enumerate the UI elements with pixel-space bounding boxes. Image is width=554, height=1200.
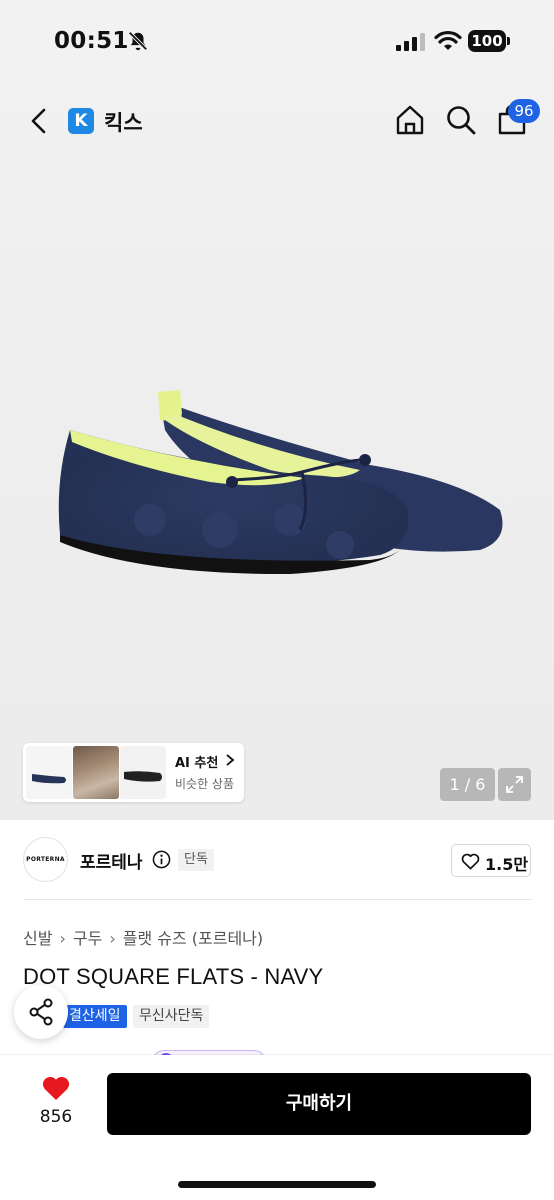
- top-nav: K 킥스 96: [0, 96, 554, 146]
- gallery-page-indicator: 1 / 6: [440, 768, 495, 801]
- product-title: DOT SQUARE FLATS - NAVY: [23, 964, 324, 989]
- chevron-right-icon: [226, 754, 235, 766]
- buy-button[interactable]: 구매하기: [107, 1073, 531, 1135]
- wish-count: 856: [39, 1107, 73, 1127]
- brand-like-count: 1.5만: [485, 855, 529, 874]
- brand-exclusive-badge: 단독: [178, 849, 214, 871]
- bell-slash-icon: [128, 31, 148, 51]
- expand-button[interactable]: [498, 768, 531, 801]
- back-icon[interactable]: [26, 106, 54, 136]
- recommend-thumb-3[interactable]: [120, 746, 166, 799]
- recommend-thumb-1[interactable]: [26, 746, 72, 799]
- breadcrumb-separator: ›: [109, 929, 116, 948]
- breadcrumb-separator: ›: [59, 929, 66, 948]
- status-time: 00:51: [54, 28, 129, 54]
- breadcrumb-item[interactable]: 신발: [23, 929, 52, 948]
- divider: [23, 899, 531, 900]
- breadcrumb: 신발 › 구두 › 플랫 슈즈 (포르테나): [23, 925, 263, 949]
- ai-recommend-title[interactable]: AI 추천: [175, 752, 218, 771]
- breadcrumb-item[interactable]: 플랫 슈즈 (포르테나): [123, 929, 263, 948]
- heart-icon[interactable]: [41, 1075, 71, 1102]
- battery-tip: [507, 37, 510, 45]
- product-image[interactable]: [40, 370, 520, 610]
- battery-indicator: 100: [468, 30, 510, 52]
- battery-level: 100: [468, 30, 506, 52]
- store-name[interactable]: 킥스: [104, 107, 143, 137]
- share-icon: [29, 998, 53, 1026]
- brand-like-button[interactable]: 1.5만: [451, 844, 531, 877]
- share-button[interactable]: [14, 985, 68, 1039]
- expand-icon: [506, 776, 523, 793]
- signal-icon: [396, 33, 425, 51]
- heart-outline-icon: [461, 853, 480, 870]
- brand-avatar[interactable]: PORTERNA: [23, 837, 68, 882]
- status-bar: 00:51 100: [0, 0, 554, 84]
- tag-exclusive: 무신사단독: [133, 1005, 210, 1028]
- ai-recommend-subtitle: 비슷한 상품: [175, 777, 235, 791]
- home-indicator: [178, 1181, 376, 1188]
- home-icon[interactable]: [394, 104, 426, 136]
- tag-sale: 결산세일: [63, 1005, 127, 1028]
- recommend-thumb-2[interactable]: [73, 746, 119, 799]
- wifi-icon: [434, 30, 462, 50]
- breadcrumb-item[interactable]: 구두: [73, 929, 102, 948]
- search-icon[interactable]: [445, 104, 477, 136]
- store-logo[interactable]: K: [68, 108, 94, 134]
- ai-recommendation-card[interactable]: AI 추천 비슷한 상품: [23, 743, 244, 802]
- cart-count-badge[interactable]: 96: [508, 99, 540, 123]
- brand-name[interactable]: 포르테나: [80, 848, 143, 873]
- product-gallery[interactable]: 00:51 100 K 킥스 96 AI 추천 비슷한 상품 1 / 6: [0, 0, 554, 820]
- info-icon[interactable]: [152, 850, 171, 869]
